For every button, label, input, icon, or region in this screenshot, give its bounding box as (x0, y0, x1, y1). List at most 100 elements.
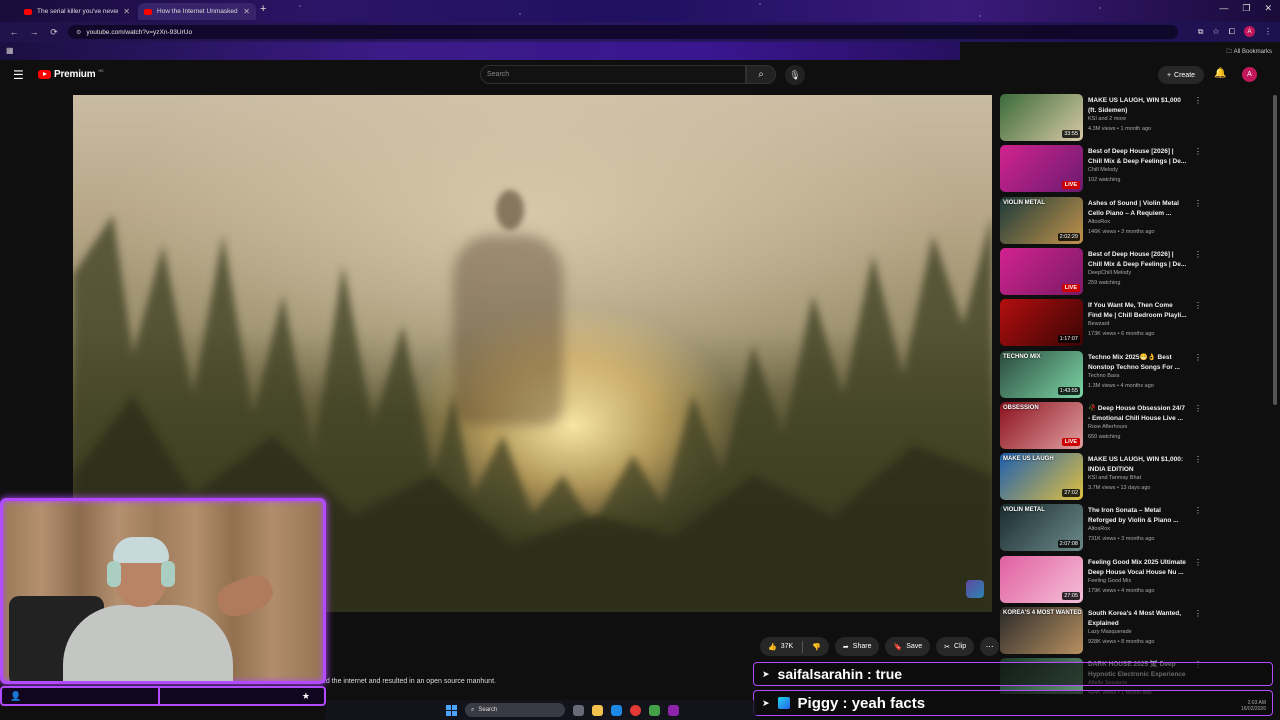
recommendation-title[interactable]: South Korea's 4 Most Wanted, Explained (1088, 609, 1188, 628)
recommendation-item[interactable]: 33:55 MAKE US LAUGH, WIN $1,000 (ft. Side… (1000, 94, 1270, 142)
video-thumbnail[interactable]: TECHNO MIX 1:43:55 (1000, 351, 1083, 398)
video-thumbnail[interactable]: KOREA'S 4 MOST WANTED (1000, 607, 1083, 654)
page-scrollbar[interactable] (1273, 95, 1277, 405)
app-icon[interactable] (668, 704, 679, 716)
taskbar-clock[interactable]: 2:03 AM 16/02/2026 (1241, 700, 1266, 712)
recommendation-channel[interactable]: AltosRox (1088, 219, 1110, 225)
recommendation-channel[interactable]: Lazy Masquerade (1088, 629, 1132, 635)
recommendation-item[interactable]: 1:17:07 If You Want Me, Then Come Find Me… (1000, 299, 1270, 347)
recommendation-title[interactable]: MAKE US LAUGH, WIN $1,000: INDIA EDITION (1088, 455, 1188, 474)
more-vertical-icon[interactable]: ⋮ (1194, 404, 1202, 413)
more-vertical-icon[interactable]: ⋮ (1194, 96, 1202, 105)
maximize-icon[interactable]: ❐ (1242, 3, 1250, 14)
apps-grid-icon[interactable]: ▦ (6, 46, 14, 55)
more-actions-button[interactable]: ⋯ (980, 637, 1000, 656)
more-vertical-icon[interactable]: ⋮ (1194, 609, 1202, 618)
more-vertical-icon[interactable]: ⋮ (1194, 147, 1202, 156)
close-tab-icon[interactable]: ✕ (123, 7, 130, 16)
more-vertical-icon[interactable]: ⋮ (1194, 558, 1202, 567)
tab-internet-unmasked[interactable]: How the Internet Unmasked Th ✕ (138, 3, 256, 20)
recommendation-title[interactable]: Best of Deep House [2026] | Chill Mix & … (1088, 250, 1188, 269)
youtube-logo[interactable]: Premium HK (38, 68, 104, 80)
search-input[interactable]: Search (480, 65, 746, 84)
all-bookmarks-link[interactable]: 🗀 All Bookmarks (1226, 47, 1272, 57)
recommendation-title[interactable]: MAKE US LAUGH, WIN $1,000 (ft. Sidemen) (1088, 96, 1188, 115)
recommendation-item[interactable]: KOREA'S 4 MOST WANTED South Korea's 4 Mos… (1000, 607, 1270, 655)
create-button[interactable]: + Create (1158, 66, 1204, 84)
video-thumbnail[interactable]: 1:17:07 (1000, 299, 1083, 346)
search-button[interactable]: ⌕ (746, 65, 776, 84)
recommendation-item[interactable]: TECHNO MIX 1:43:55 Techno Mix 2025😁👌 Best … (1000, 351, 1270, 399)
recommendation-title[interactable]: 🥀 Deep House Obsession 24/7 - Emotional … (1088, 404, 1188, 423)
recommendation-item[interactable]: OBSESSION LIVE 🥀 Deep House Obsession 24/7… (1000, 402, 1270, 450)
more-vertical-icon[interactable]: ⋮ (1194, 250, 1202, 259)
recommendation-title[interactable]: Best of Deep House [2026] | Chill Mix & … (1088, 147, 1188, 166)
windows-start-icon[interactable] (446, 704, 457, 716)
more-vertical-icon[interactable]: ⋮ (1194, 199, 1202, 208)
back-icon[interactable]: ← (8, 27, 20, 37)
clip-button[interactable]: ✂ Clip (936, 637, 975, 656)
recommendation-item[interactable]: 27:05 Feeling Good Mix 2025 Ultimate Deep… (1000, 556, 1270, 604)
recommendation-title[interactable]: Techno Mix 2025😁👌 Best Nonstop Techno So… (1088, 353, 1188, 372)
share-button[interactable]: ➦ Share (834, 637, 880, 656)
video-thumbnail[interactable]: LIVE (1000, 248, 1083, 295)
recommendation-channel[interactable]: Rose Afterhours (1088, 424, 1127, 430)
recommendation-item[interactable]: LIVE Best of Deep House [2026] | Chill Mi… (1000, 145, 1270, 193)
like-icon[interactable]: 👍 (768, 643, 777, 651)
description-snippet[interactable]: ed the internet and resulted in an open … (322, 678, 496, 685)
recommendation-title[interactable]: If You Want Me, Then Come Find Me | Chil… (1088, 301, 1188, 320)
recommendation-channel[interactable]: DeepChill Melody (1088, 270, 1131, 276)
save-button[interactable]: 🔖 Save (885, 637, 931, 656)
new-tab-icon[interactable]: + (260, 3, 266, 15)
channel-watermark-icon[interactable] (966, 580, 984, 598)
recommendation-item[interactable]: LIVE Best of Deep House [2026] | Chill Mi… (1000, 248, 1270, 296)
edge-icon[interactable] (611, 704, 622, 716)
dislike-icon[interactable]: 👎 (812, 643, 821, 651)
xbox-icon[interactable] (649, 704, 660, 716)
more-vertical-icon[interactable]: ⋮ (1194, 301, 1202, 310)
account-avatar[interactable]: A (1242, 67, 1257, 82)
url-field[interactable]: ⚙ youtube.com/watch?v=yzXn-93UrUo (68, 25, 1178, 39)
menu-dots-icon[interactable]: ⋮ (1264, 27, 1272, 36)
recommendation-channel[interactable]: Bewzard (1088, 321, 1109, 327)
recommendation-item[interactable]: VIOLIN METAL 2:07:08 The Iron Sonata – Met… (1000, 504, 1270, 552)
video-thumbnail[interactable]: MAKE US LAUGH 27:02 (1000, 453, 1083, 500)
reload-icon[interactable]: ⟳ (48, 27, 60, 38)
install-icon[interactable]: ⧉ (1198, 27, 1204, 37)
recommendation-channel[interactable]: Techno Bass (1088, 373, 1120, 379)
recommendation-item[interactable]: VIOLIN METAL 2:02:29 Ashes of Sound | Viol… (1000, 197, 1270, 245)
like-count[interactable]: 37K (781, 643, 793, 650)
hamburger-menu-icon[interactable]: ☰ (13, 68, 24, 82)
recommendation-channel[interactable]: KSI and 2 more (1088, 116, 1126, 122)
tab-serial-killer[interactable]: The serial killer you've never h ✕ (18, 3, 136, 20)
video-thumbnail[interactable]: OBSESSION LIVE (1000, 402, 1083, 449)
video-thumbnail[interactable]: VIOLIN METAL 2:07:08 (1000, 504, 1083, 551)
taskbar-search[interactable]: ⌕ Search (465, 703, 565, 717)
minimize-icon[interactable]: — (1219, 3, 1228, 14)
recommendation-channel[interactable]: KSI and Tanmay Bhat (1088, 475, 1141, 481)
recommendation-item[interactable]: MAKE US LAUGH 27:02 MAKE US LAUGH, WIN $1,… (1000, 453, 1270, 501)
recommendation-channel[interactable]: Feeling Good Mix (1088, 578, 1131, 584)
extensions-icon[interactable]: ⧠ (1229, 27, 1235, 37)
notifications-bell-icon[interactable]: 🔔 (1214, 68, 1226, 79)
recommendation-title[interactable]: Feeling Good Mix 2025 Ultimate Deep Hous… (1088, 558, 1188, 577)
close-tab-icon[interactable]: ✕ (243, 7, 250, 16)
recommendation-title[interactable]: Ashes of Sound | Violin Metal Cello Pian… (1088, 199, 1188, 218)
forward-icon[interactable]: → (28, 27, 40, 37)
chrome-icon[interactable] (630, 704, 641, 716)
file-explorer-icon[interactable] (592, 704, 603, 716)
voice-search-button[interactable]: 🎙 (785, 65, 805, 85)
video-thumbnail[interactable]: 27:05 (1000, 556, 1083, 603)
video-thumbnail[interactable]: VIOLIN METAL 2:02:29 (1000, 197, 1083, 244)
more-vertical-icon[interactable]: ⋮ (1194, 353, 1202, 362)
recommendation-title[interactable]: The Iron Sonata – Metal Reforged by Viol… (1088, 506, 1188, 525)
profile-avatar[interactable]: A (1244, 26, 1255, 37)
video-thumbnail[interactable]: LIVE (1000, 145, 1083, 192)
bookmark-star-icon[interactable]: ☆ (1212, 27, 1219, 36)
more-vertical-icon[interactable]: ⋮ (1194, 506, 1202, 515)
task-view-icon[interactable] (573, 704, 584, 716)
more-vertical-icon[interactable]: ⋮ (1194, 455, 1202, 464)
recommendation-channel[interactable]: Chill Melody (1088, 167, 1118, 173)
video-thumbnail[interactable]: 33:55 (1000, 94, 1083, 141)
close-window-icon[interactable]: ✕ (1264, 3, 1272, 14)
